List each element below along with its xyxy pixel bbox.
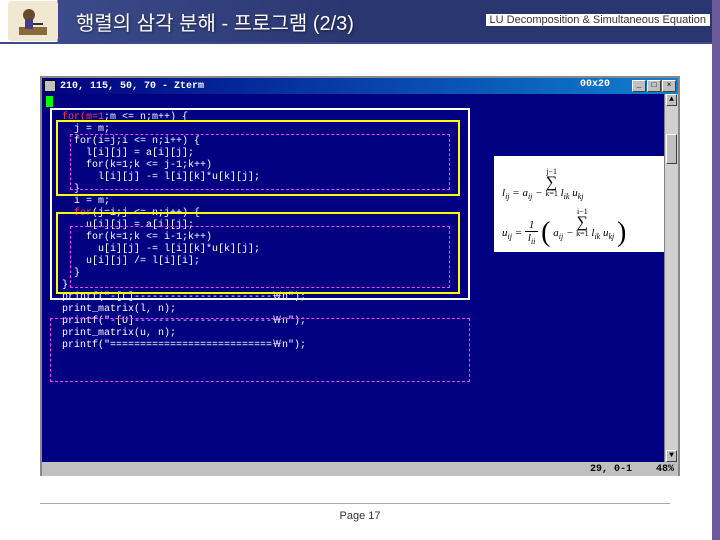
scroll-down-icon[interactable]: ▼ bbox=[666, 450, 677, 462]
cursor bbox=[46, 96, 53, 107]
scroll-up-icon[interactable]: ▲ bbox=[666, 94, 677, 106]
code-line: j = m; bbox=[62, 124, 306, 136]
code-line: } bbox=[62, 280, 306, 292]
writer-icon bbox=[15, 3, 51, 39]
scroll-thumb[interactable] bbox=[666, 134, 677, 164]
code-line: l[i][j] = a[i][j]; bbox=[62, 148, 306, 160]
slide-title: 행렬의 삼각 분해 - 프로그램 (2/3) bbox=[76, 7, 354, 36]
maximize-button[interactable]: □ bbox=[647, 80, 661, 92]
formula-l: lij = aij − j−1∑k=1 lik ukj bbox=[502, 168, 662, 202]
slide-header: 행렬의 삼각 분해 - 프로그램 (2/3) LU Decomposition … bbox=[0, 0, 720, 44]
code-line: } bbox=[62, 268, 306, 280]
code-line: printf("-[L]-----------------------￦n"); bbox=[62, 292, 306, 304]
terminal-window: 210, 115, 50, 70 - Zterm 00x20 _ □ × for… bbox=[40, 76, 680, 476]
code-listing: for(m=1;m <= n;m++) { j = m; for(i=j;i <… bbox=[62, 112, 306, 352]
code-line: for(j=i;j <= n;j++) { bbox=[62, 208, 306, 220]
code-line: u[i][j] /= l[i][i]; bbox=[62, 256, 306, 268]
terminal-body: for(m=1;m <= n;m++) { j = m; for(i=j;i <… bbox=[42, 94, 678, 462]
formula-u: uij = 1lii ( aij − i−1∑k=1 lik ukj ) bbox=[502, 208, 662, 249]
page-footer: Page 17 bbox=[0, 510, 720, 522]
code-line: u[i][j] -= l[i][k]*u[k][j]; bbox=[62, 244, 306, 256]
code-line: for(k=1;k <= j-1;k++) bbox=[62, 160, 306, 172]
code-line: for(k=1;k <= i-1;k++) bbox=[62, 232, 306, 244]
status-position: 29, 0-1 bbox=[590, 464, 632, 475]
minimize-button[interactable]: _ bbox=[632, 80, 646, 92]
code-line: } bbox=[62, 184, 306, 196]
code-line: for(m=1;m <= n;m++) { bbox=[62, 112, 306, 124]
right-accent-strip bbox=[712, 0, 720, 540]
close-button[interactable]: × bbox=[662, 80, 676, 92]
terminal-title: 210, 115, 50, 70 - Zterm bbox=[60, 81, 204, 92]
code-line: print_matrix(u, n); bbox=[62, 328, 306, 340]
formula-overlay: lij = aij − j−1∑k=1 lik ukj uij = 1lii (… bbox=[494, 156, 670, 252]
terminal-size-label: 00x20 bbox=[580, 79, 610, 90]
status-percent: 48% bbox=[656, 464, 674, 475]
code-line: i = m; bbox=[62, 196, 306, 208]
window-icon bbox=[44, 80, 56, 92]
code-line: print_matrix(l, n); bbox=[62, 304, 306, 316]
code-line: u[i][j] = a[i][j]; bbox=[62, 220, 306, 232]
slide-logo bbox=[8, 1, 58, 41]
footer-divider bbox=[40, 503, 670, 504]
code-line: for(i=j;i <= n;i++) { bbox=[62, 136, 306, 148]
terminal-titlebar[interactable]: 210, 115, 50, 70 - Zterm 00x20 _ □ × bbox=[42, 78, 678, 94]
vertical-scrollbar[interactable]: ▲ ▼ bbox=[664, 94, 678, 462]
code-line: printf("-[U]-----------------------￦n"); bbox=[62, 316, 306, 328]
slide-subtitle: LU Decomposition & Simultaneous Equation bbox=[486, 14, 710, 26]
terminal-statusbar: 29, 0-1 48% bbox=[42, 462, 678, 476]
code-line: l[i][j] -= l[i][k]*u[k][j]; bbox=[62, 172, 306, 184]
code-line: printf("===========================￦n"); bbox=[62, 340, 306, 352]
